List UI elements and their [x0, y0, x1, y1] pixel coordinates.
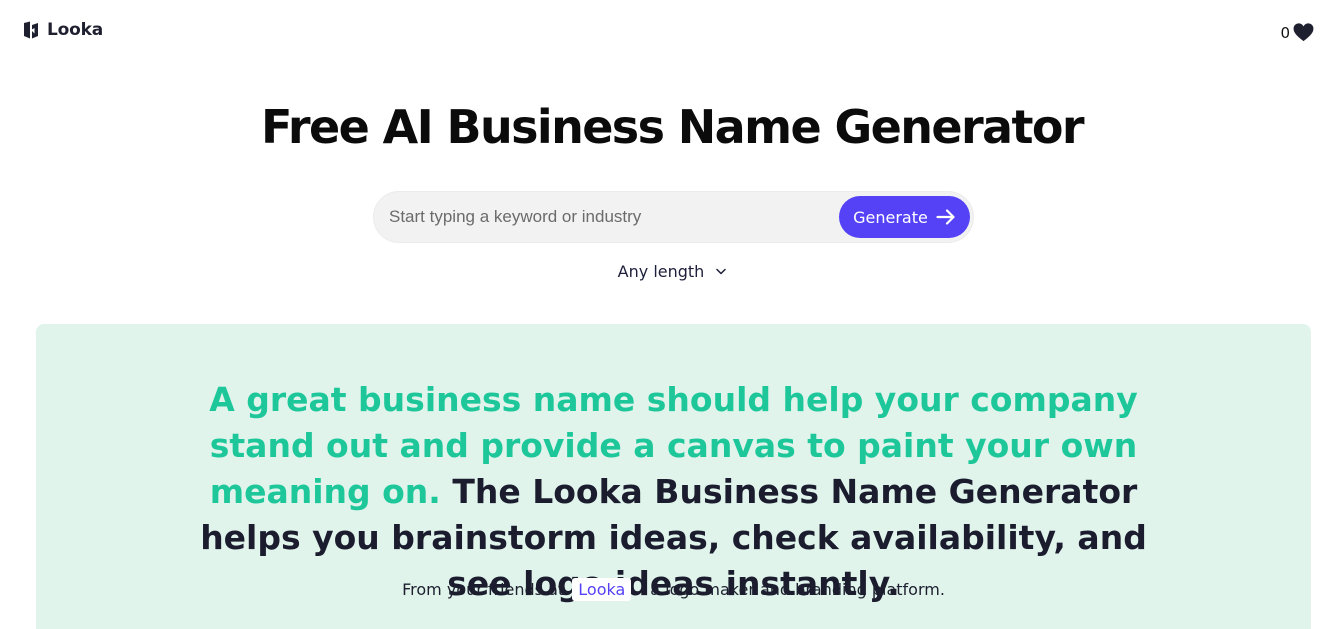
favorites-count: 0 — [1280, 24, 1290, 42]
credit-prefix: From your friends at — [402, 580, 565, 599]
heart-icon — [1293, 22, 1314, 41]
looka-logo-icon — [24, 21, 38, 39]
arrow-right-icon — [936, 209, 955, 225]
page-title: Free AI Business Name Generator — [261, 100, 1085, 154]
generate-label: Generate — [853, 207, 928, 227]
info-paragraph: A great business name should help your c… — [36, 377, 1311, 607]
chevron-down-icon — [716, 268, 727, 275]
logo-text: Looka — [47, 20, 103, 40]
info-panel: A great business name should help your c… — [36, 324, 1311, 629]
site-header: Looka 0 — [0, 0, 1344, 62]
search-bar: Generate — [373, 191, 974, 243]
credit-suffix: - a logo maker and branding platform. — [639, 580, 945, 599]
search-input[interactable] — [389, 192, 834, 242]
favorites-button[interactable]: 0 — [1280, 22, 1314, 42]
generate-button[interactable]: Generate — [839, 196, 970, 238]
length-select-value: Any length — [617, 262, 705, 281]
length-select[interactable]: Any length — [0, 262, 1344, 281]
credit-line: From your friends at Looka - a logo make… — [36, 578, 1311, 601]
looka-link[interactable]: Looka — [572, 578, 632, 601]
looka-logo[interactable]: Looka — [21, 20, 103, 40]
